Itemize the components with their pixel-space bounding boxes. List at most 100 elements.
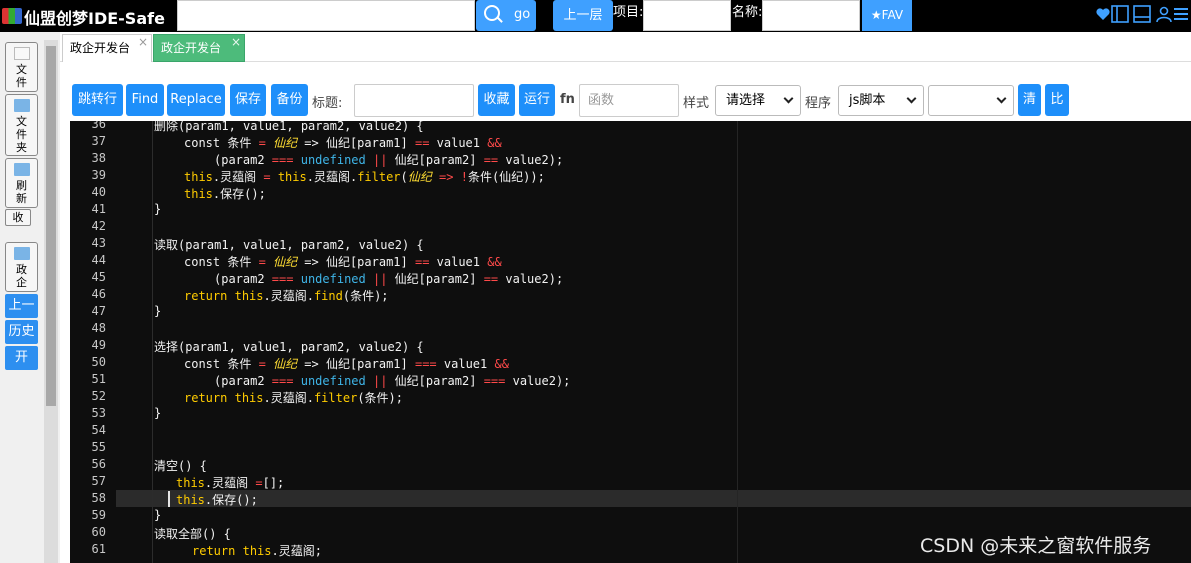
chevron-down-icon <box>996 93 1007 104</box>
code-token: => <box>439 170 454 184</box>
code-line: 清空() { <box>154 457 207 474</box>
code-token: value2); <box>498 153 564 167</box>
code-token: = <box>258 357 266 371</box>
file-button[interactable]: 文件 <box>5 42 38 92</box>
title-input[interactable] <box>354 84 474 117</box>
function-input[interactable]: 函数 <box>579 84 679 117</box>
code-token: = <box>255 476 263 490</box>
code-line: 读取(param1, value1, param2, value2) { <box>154 236 424 253</box>
menu-icon[interactable] <box>1172 5 1190 23</box>
line-number: 47 <box>91 304 106 318</box>
code-editor[interactable]: 36 37 38 39 40 41 42 43 44 45 46 47 48 49 50 51 52 53 54 55… <box>70 121 1191 563</box>
folder-button[interactable]: 文件夹 <box>5 94 38 156</box>
code-token: this <box>184 170 213 184</box>
tab-label: 政企开发台 <box>161 41 222 55</box>
code-token: .灵蕴阁. <box>306 170 358 184</box>
tab-dev-console-2[interactable]: 政企开发台 × <box>153 34 245 62</box>
code-token: value1 <box>429 255 488 269</box>
indent-guide <box>152 121 153 563</box>
code-token: .灵蕴阁. <box>263 391 314 405</box>
app-logo-icon <box>2 8 22 24</box>
line-number: 51 <box>91 372 106 386</box>
up-level-button[interactable]: 上一层 <box>553 0 613 31</box>
run-button[interactable]: 运行 <box>519 84 555 116</box>
code-line: (param2 === undefined || 仙纪[param2] === … <box>214 372 570 389</box>
backup-button[interactable]: 备份 <box>271 84 308 116</box>
tab-dev-console-1[interactable]: 政企开发台 × <box>62 34 152 62</box>
code-token: 选择(param1, value1, param2, value2) { <box>154 340 424 354</box>
layout-left-icon[interactable] <box>1111 5 1129 23</box>
line-number: 58 <box>91 491 106 505</box>
line-number: 45 <box>91 270 106 284</box>
code-token: && <box>494 357 509 371</box>
code-token: || <box>372 272 388 286</box>
tab-close-icon[interactable]: × <box>138 29 148 55</box>
search-icon <box>484 5 500 21</box>
path-input[interactable] <box>177 0 475 31</box>
code-token: .灵蕴阁 <box>204 476 256 490</box>
line-number: 56 <box>91 457 106 471</box>
fav-button[interactable]: ★FAV <box>862 0 912 31</box>
replace-button[interactable]: Replace <box>167 84 225 116</box>
go-label: go <box>514 7 531 22</box>
code-token: 仙纪 <box>407 170 432 184</box>
code-line: const 条件 = 仙纪 => 仙纪[param1] === value1 &… <box>184 355 509 372</box>
code-token: const 条件 <box>184 136 259 150</box>
compare-button[interactable]: 比 <box>1045 84 1069 116</box>
find-button[interactable]: Find <box>126 84 164 116</box>
user-icon[interactable] <box>1155 5 1173 23</box>
clear-button[interactable]: 清 <box>1018 84 1041 116</box>
editor-toolbar: 跳转行 Find Replace 保存 备份 标题: 收藏 运行 fn 函数 样… <box>60 79 1191 121</box>
save-button[interactable]: 保存 <box>230 84 266 116</box>
code-token: = <box>258 255 266 269</box>
code-line: 读取全部() { <box>154 525 231 542</box>
code-token: .灵蕴阁. <box>263 289 314 303</box>
code-token: value2); <box>505 374 571 388</box>
code-token: this <box>184 187 213 201</box>
code-token: 仙纪 <box>273 255 298 269</box>
sidebar-up-button[interactable]: 上一 <box>5 294 38 318</box>
name-input[interactable] <box>762 0 860 31</box>
tab-label: 政企开发台 <box>70 41 131 55</box>
extra-select[interactable] <box>928 85 1014 116</box>
project-folder-button[interactable]: 政企 <box>5 242 38 292</box>
code-token: 清空() { <box>154 459 207 473</box>
open-button[interactable]: 开 <box>5 346 38 370</box>
history-button[interactable]: 历史 <box>5 320 38 344</box>
folder-button-label: 文件夹 <box>16 115 27 154</box>
heart-icon[interactable] <box>1094 5 1112 23</box>
line-number: 55 <box>91 440 106 454</box>
collapse-button[interactable]: 收 <box>5 209 31 226</box>
style-select[interactable]: 请选择 <box>715 85 801 116</box>
code-token: 读取(param1, value1, param2, value2) { <box>154 238 424 252</box>
line-number: 44 <box>91 253 106 267</box>
code-token: this <box>234 391 264 405</box>
code-token: = <box>263 170 271 184</box>
code-token: 仙纪 <box>273 357 298 371</box>
refresh-button[interactable]: 刷新 <box>5 158 38 208</box>
code-token: (param2 <box>214 153 272 167</box>
code-line: this.保存(); <box>184 185 266 202</box>
layout-bottom-icon[interactable] <box>1133 5 1151 23</box>
jump-line-button[interactable]: 跳转行 <box>72 84 123 116</box>
file-icon <box>13 47 30 60</box>
collect-button[interactable]: 收藏 <box>478 84 515 116</box>
top-bar: 仙盟创梦IDE-Safe go 上一层 项目: 名称: ★FAV <box>0 0 1191 32</box>
code-token: => 仙纪[param1] <box>297 357 415 371</box>
code-token: 条件(仙纪)); <box>467 170 545 184</box>
tab-close-icon[interactable]: × <box>231 29 241 55</box>
project-input[interactable] <box>643 0 731 31</box>
line-number: 43 <box>91 236 106 250</box>
program-select[interactable]: js脚本 <box>838 85 924 116</box>
go-button[interactable]: go <box>476 0 536 31</box>
folder-icon <box>13 99 30 112</box>
sidebar-scrollbar-thumb[interactable] <box>46 46 56 406</box>
line-number: 37 <box>91 134 106 148</box>
code-line: return this.灵蕴阁.filter(条件); <box>184 389 403 406</box>
